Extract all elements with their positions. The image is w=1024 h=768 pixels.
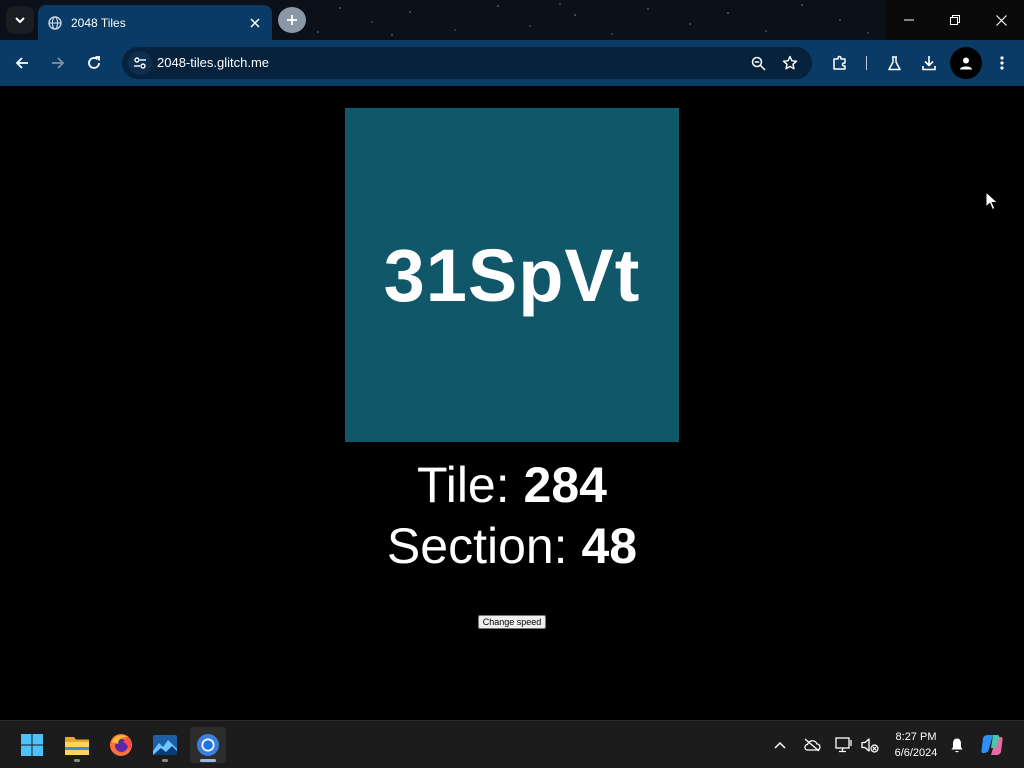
copilot-button[interactable]	[980, 733, 1004, 757]
monitor-network-icon	[835, 737, 852, 753]
labs-button[interactable]	[880, 49, 908, 77]
speaker-muted-icon	[861, 738, 879, 753]
firefox-icon	[110, 734, 132, 756]
section-counter-value: 48	[581, 518, 638, 574]
taskbar-file-explorer[interactable]	[59, 727, 95, 763]
section-counter: Section: 48	[0, 521, 1024, 571]
clock-time: 8:27 PM	[895, 731, 937, 743]
windows-taskbar: 8:27 PM 6/6/2024	[0, 720, 1024, 768]
file-explorer-icon	[65, 737, 89, 755]
back-button[interactable]	[8, 49, 36, 77]
tile-counter-value: 284	[523, 457, 607, 513]
tile-counter: Tile: 284	[0, 460, 1024, 510]
new-tab-button[interactable]	[278, 7, 306, 33]
arrow-left-icon	[15, 57, 28, 69]
close-window-button[interactable]	[978, 0, 1024, 40]
network-status[interactable]	[832, 733, 856, 757]
browser-titlebar: 2048 Tiles	[0, 0, 1024, 40]
notifications-button[interactable]	[945, 733, 969, 757]
close-icon	[995, 14, 1007, 26]
volume-status[interactable]	[858, 733, 882, 757]
page-content: 31SpVt Tile: 284 Section: 48 Change spee…	[0, 86, 1024, 720]
browser-toolbar: 2048-tiles.glitch.me	[0, 40, 1024, 86]
tile-counter-label: Tile:	[417, 457, 524, 513]
puzzle-icon	[833, 55, 846, 70]
minimize-button[interactable]	[886, 0, 932, 40]
change-speed-button[interactable]: Change speed	[478, 615, 546, 629]
onedrive-status[interactable]	[800, 733, 824, 757]
bookmark-button[interactable]	[779, 52, 801, 74]
chevron-up-icon	[774, 741, 786, 749]
person-icon	[960, 57, 972, 70]
address-bar[interactable]: 2048-tiles.glitch.me	[122, 47, 812, 79]
photos-icon	[153, 735, 177, 755]
tune-icon	[134, 57, 146, 69]
menu-button[interactable]	[988, 49, 1016, 77]
star-icon	[782, 55, 798, 70]
downloads-button[interactable]	[915, 49, 943, 77]
system-clock[interactable]: 8:27 PM 6/6/2024	[884, 729, 948, 761]
minimize-icon	[904, 19, 914, 21]
plus-icon	[287, 15, 297, 25]
tab-search-button[interactable]	[6, 6, 34, 34]
url-text: 2048-tiles.glitch.me	[157, 55, 269, 70]
bell-icon	[951, 738, 963, 753]
tab-close-icon[interactable]	[248, 16, 262, 30]
start-button[interactable]	[14, 727, 50, 763]
restore-icon	[950, 15, 960, 25]
reload-icon	[88, 56, 100, 69]
tile-card: 31SpVt	[345, 108, 679, 442]
reload-button[interactable]	[80, 49, 108, 77]
restore-button[interactable]	[932, 0, 978, 40]
taskbar-photos[interactable]	[147, 727, 183, 763]
start-icon	[21, 734, 43, 756]
chevron-down-icon	[15, 17, 25, 24]
clock-date: 6/6/2024	[894, 747, 938, 759]
tab-active[interactable]: 2048 Tiles	[38, 5, 272, 40]
zoom-button[interactable]	[747, 52, 769, 74]
globe-icon	[48, 15, 62, 30]
extensions-button[interactable]	[826, 49, 854, 77]
section-counter-label: Section:	[386, 518, 582, 574]
profile-button[interactable]	[950, 47, 982, 79]
forward-button[interactable]	[44, 49, 72, 77]
mouse-pointer-icon	[985, 191, 999, 211]
flask-icon	[887, 55, 901, 70]
show-hidden-icons-button[interactable]	[768, 733, 792, 757]
tab-title: 2048 Tiles	[71, 15, 126, 30]
toolbar-separator	[866, 56, 867, 70]
arrow-right-icon	[52, 57, 65, 69]
cloud-off-icon	[804, 738, 821, 752]
site-info-button[interactable]	[128, 51, 152, 75]
chrome-icon	[197, 734, 219, 756]
copilot-icon	[981, 735, 1003, 755]
taskbar-firefox[interactable]	[103, 727, 139, 763]
zoom-out-icon	[751, 56, 766, 71]
more-vertical-icon	[1000, 56, 1004, 70]
taskbar-chrome[interactable]	[190, 727, 226, 763]
tile-label: 31SpVt	[383, 233, 641, 317]
download-icon	[922, 56, 936, 71]
